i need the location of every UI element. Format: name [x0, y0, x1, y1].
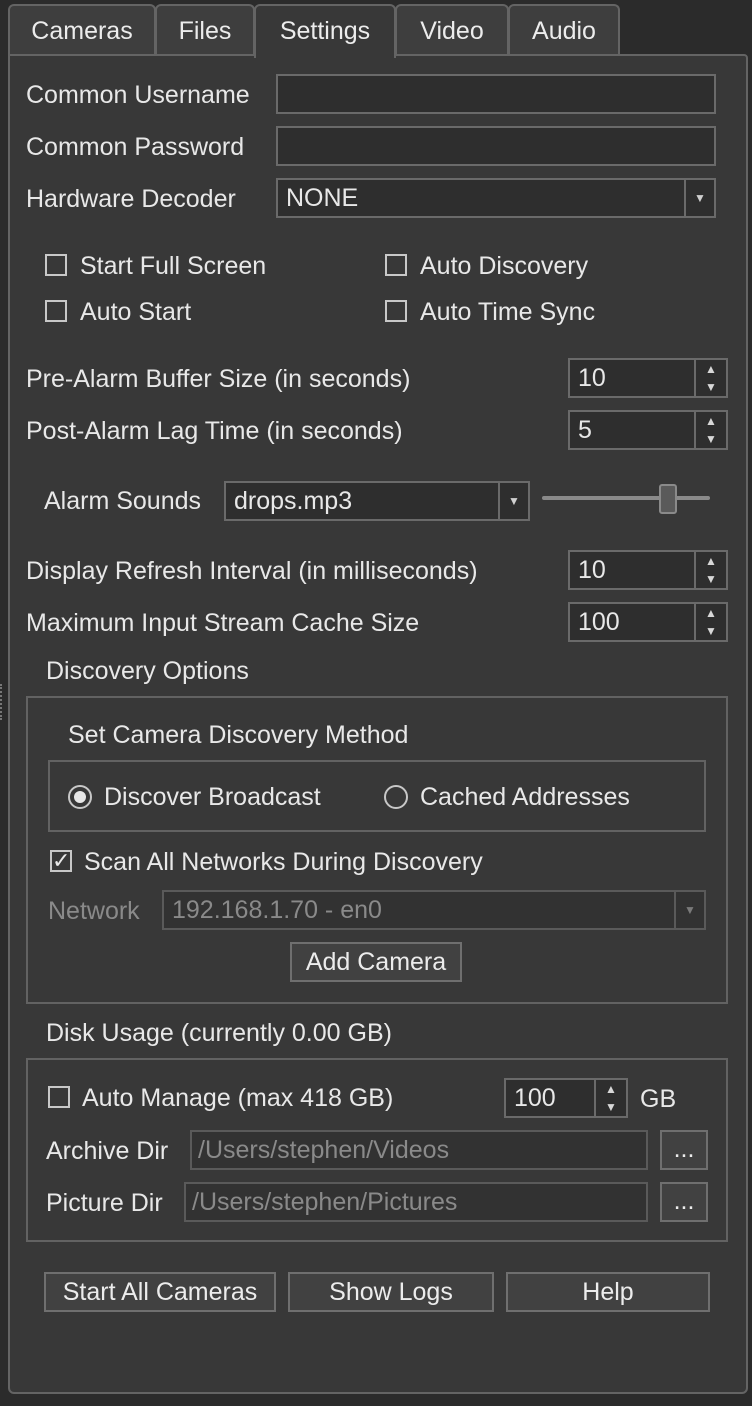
post-alarm-label: Post-Alarm Lag Time (in seconds) — [26, 417, 403, 445]
auto-manage-checkbox[interactable] — [48, 1086, 70, 1108]
auto-start-checkbox[interactable] — [45, 300, 67, 322]
auto-time-sync-checkbox[interactable] — [385, 300, 407, 322]
auto-manage-label: Auto Manage (max 418 GB) — [82, 1084, 394, 1112]
add-camera-button[interactable]: Add Camera — [290, 942, 462, 982]
decoder-value: NONE — [286, 183, 359, 212]
resize-handle[interactable] — [0, 684, 6, 720]
archive-dir-value: /Users/stephen/Videos — [198, 1135, 450, 1164]
decoder-select[interactable]: NONE ▼ — [276, 178, 716, 218]
pre-alarm-spinbox[interactable]: 10 ▲ ▼ — [568, 358, 728, 398]
scan-all-networks-checkbox[interactable]: ✓ — [50, 848, 72, 873]
cached-addresses-label: Cached Addresses — [420, 783, 630, 811]
network-value: 192.168.1.70 - en0 — [172, 895, 382, 924]
show-logs-button[interactable]: Show Logs — [288, 1272, 494, 1312]
network-select[interactable]: 192.168.1.70 - en0 ▼ — [162, 890, 706, 930]
disk-size-unit: GB — [640, 1085, 677, 1113]
refresh-interval-label: Display Refresh Interval (in millisecond… — [26, 557, 478, 585]
stepper-icon[interactable]: ▲ ▼ — [594, 1080, 626, 1116]
pre-alarm-label: Pre-Alarm Buffer Size (in seconds) — [26, 365, 411, 393]
password-field[interactable] — [276, 126, 716, 166]
tab-files[interactable]: Files — [155, 4, 255, 56]
tab-cameras[interactable]: Cameras — [8, 4, 156, 56]
discover-broadcast-label: Discover Broadcast — [104, 783, 321, 811]
tab-settings[interactable]: Settings — [254, 4, 396, 58]
refresh-interval-spinbox[interactable]: 10 ▲ ▼ — [568, 550, 728, 590]
network-label: Network — [48, 897, 140, 925]
start-full-screen-label: Start Full Screen — [80, 252, 267, 280]
stepper-icon[interactable]: ▲ ▼ — [694, 360, 726, 396]
archive-dir-field[interactable]: /Users/stephen/Videos — [190, 1130, 648, 1170]
post-alarm-value: 5 — [578, 415, 592, 444]
picture-dir-label: Picture Dir — [46, 1189, 163, 1217]
auto-discovery-checkbox[interactable] — [385, 254, 407, 276]
chevron-down-icon[interactable]: ▼ — [674, 892, 704, 928]
alarm-sounds-value: drops.mp3 — [234, 486, 353, 515]
discovery-options-title: Discovery Options — [46, 657, 249, 685]
disk-size-value: 100 — [514, 1083, 556, 1112]
username-label: Common Username — [26, 81, 250, 109]
discover-broadcast-radio[interactable] — [68, 785, 92, 809]
decoder-label: Hardware Decoder — [26, 185, 236, 213]
start-full-screen-checkbox[interactable] — [45, 254, 67, 276]
password-label: Common Password — [26, 133, 245, 161]
picture-dir-field[interactable]: /Users/stephen/Pictures — [184, 1182, 648, 1222]
cache-size-label: Maximum Input Stream Cache Size — [26, 609, 420, 637]
volume-slider-thumb[interactable] — [659, 484, 677, 514]
archive-dir-label: Archive Dir — [46, 1137, 169, 1165]
cache-size-spinbox[interactable]: 100 ▲ ▼ — [568, 602, 728, 642]
post-alarm-spinbox[interactable]: 5 ▲ ▼ — [568, 410, 728, 450]
stepper-icon[interactable]: ▲ ▼ — [694, 412, 726, 448]
auto-time-sync-label: Auto Time Sync — [420, 298, 596, 326]
start-all-cameras-button[interactable]: Start All Cameras — [44, 1272, 276, 1312]
chevron-down-icon[interactable]: ▼ — [684, 180, 714, 216]
picture-dir-value: /Users/stephen/Pictures — [192, 1187, 458, 1216]
cached-addresses-radio[interactable] — [384, 785, 408, 809]
picture-dir-browse-button[interactable]: ... — [660, 1182, 708, 1222]
disk-size-spinbox[interactable]: 100 ▲ ▼ — [504, 1078, 628, 1118]
chevron-down-icon[interactable]: ▼ — [498, 483, 528, 519]
auto-discovery-label: Auto Discovery — [420, 252, 589, 280]
tab-audio[interactable]: Audio — [508, 4, 620, 56]
username-field[interactable] — [276, 74, 716, 114]
auto-start-label: Auto Start — [80, 298, 192, 326]
volume-slider[interactable] — [542, 496, 710, 500]
help-button[interactable]: Help — [506, 1272, 710, 1312]
disk-usage-title: Disk Usage (currently 0.00 GB) — [46, 1019, 392, 1047]
pre-alarm-value: 10 — [578, 363, 606, 392]
alarm-sounds-select[interactable]: drops.mp3 ▼ — [224, 481, 530, 521]
archive-dir-browse-button[interactable]: ... — [660, 1130, 708, 1170]
discovery-method-title: Set Camera Discovery Method — [68, 721, 409, 749]
scan-all-networks-label: Scan All Networks During Discovery — [84, 848, 483, 876]
stepper-icon[interactable]: ▲ ▼ — [694, 604, 726, 640]
alarm-sounds-label: Alarm Sounds — [44, 487, 202, 515]
tab-video[interactable]: Video — [395, 4, 509, 56]
stepper-icon[interactable]: ▲ ▼ — [694, 552, 726, 588]
refresh-interval-value: 10 — [578, 555, 606, 584]
cache-size-value: 100 — [578, 607, 620, 636]
